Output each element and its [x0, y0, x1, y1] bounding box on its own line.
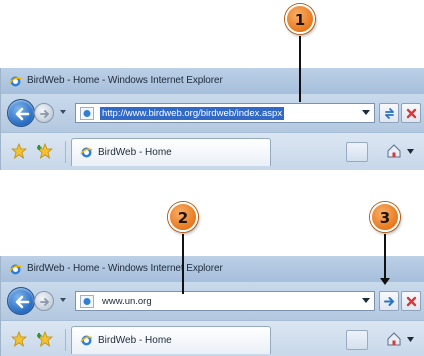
- forward-arrow-icon: [40, 110, 50, 118]
- window-title: BirdWeb - Home - Windows Internet Explor…: [27, 75, 223, 86]
- divider: [65, 329, 66, 351]
- stop-x-icon: [406, 296, 417, 307]
- callout-3: 3: [370, 202, 400, 232]
- browser-tab[interactable]: BirdWeb - Home: [71, 138, 271, 166]
- address-dropdown-icon[interactable]: [362, 110, 370, 116]
- go-arrow-icon: [384, 297, 395, 306]
- new-tab-button[interactable]: [346, 142, 368, 162]
- home-dropdown-icon[interactable]: [407, 337, 414, 342]
- back-button[interactable]: [7, 287, 35, 315]
- home-icon[interactable]: [386, 331, 402, 347]
- add-favorites-icon[interactable]: [37, 143, 53, 159]
- recent-pages-chevron-icon[interactable]: [59, 108, 67, 116]
- tab-bar: BirdWeb - Home: [1, 132, 424, 170]
- favorites-star-icon[interactable]: [11, 331, 27, 347]
- home-icon[interactable]: [386, 143, 402, 159]
- stop-button[interactable]: [401, 103, 421, 123]
- new-tab-button[interactable]: [346, 330, 368, 350]
- page-icon: [80, 295, 94, 308]
- tab-label: BirdWeb - Home: [98, 147, 172, 158]
- back-arrow-icon: [15, 107, 30, 121]
- address-dropdown-icon[interactable]: [362, 298, 370, 304]
- refresh-icon: [385, 108, 394, 119]
- stop-button[interactable]: [401, 291, 421, 311]
- browser-window-1: BirdWeb - Home - Windows Internet Explor…: [0, 68, 424, 170]
- title-bar: BirdWeb - Home - Windows Internet Explor…: [1, 68, 424, 94]
- window-title: BirdWeb - Home - Windows Internet Explor…: [27, 263, 223, 274]
- tab-bar: BirdWeb - Home: [1, 320, 424, 356]
- page-icon: [80, 107, 94, 120]
- callout-1: 1: [285, 4, 315, 34]
- browser-tab[interactable]: BirdWeb - Home: [71, 326, 271, 354]
- favorites-star-icon[interactable]: [11, 143, 27, 159]
- callout-leader-line: [299, 36, 301, 102]
- forward-arrow-icon: [40, 298, 50, 306]
- forward-button[interactable]: [34, 103, 54, 123]
- ie-logo-icon: [9, 76, 22, 87]
- go-button[interactable]: [379, 291, 399, 311]
- ie-logo-icon: [80, 335, 93, 346]
- home-dropdown-icon[interactable]: [407, 149, 414, 154]
- back-arrow-icon: [15, 295, 30, 309]
- ie-logo-icon: [9, 264, 22, 275]
- address-text[interactable]: www.un.org: [100, 295, 154, 308]
- callout-number: 3: [379, 209, 391, 227]
- navigation-bar: www.un.org: [1, 282, 424, 320]
- title-bar: BirdWeb - Home - Windows Internet Explor…: [1, 256, 424, 282]
- callout-leader-line: [384, 234, 386, 280]
- callout-2: 2: [168, 202, 198, 232]
- browser-window-2: BirdWeb - Home - Windows Internet Explor…: [0, 256, 424, 356]
- callout-number: 2: [177, 209, 189, 227]
- ie-logo-icon: [80, 147, 93, 158]
- address-bar[interactable]: www.un.org: [75, 291, 375, 311]
- address-bar[interactable]: http://www.birdweb.org/birdweb/index.asp…: [75, 103, 375, 123]
- forward-button[interactable]: [34, 291, 54, 311]
- add-favorites-icon[interactable]: [37, 331, 53, 347]
- back-button[interactable]: [7, 99, 35, 127]
- callout-leader-line: [182, 234, 184, 294]
- tutorial-figure: BirdWeb - Home - Windows Internet Explor…: [0, 0, 424, 356]
- callout-number: 1: [294, 11, 306, 29]
- navigation-bar: http://www.birdweb.org/birdweb/index.asp…: [1, 94, 424, 132]
- address-text[interactable]: http://www.birdweb.org/birdweb/index.asp…: [100, 107, 285, 120]
- refresh-button[interactable]: [379, 103, 399, 123]
- callout-arrowhead: [380, 278, 390, 285]
- divider: [65, 141, 66, 163]
- stop-x-icon: [406, 108, 417, 119]
- tab-label: BirdWeb - Home: [98, 335, 172, 346]
- recent-pages-chevron-icon[interactable]: [59, 296, 67, 304]
